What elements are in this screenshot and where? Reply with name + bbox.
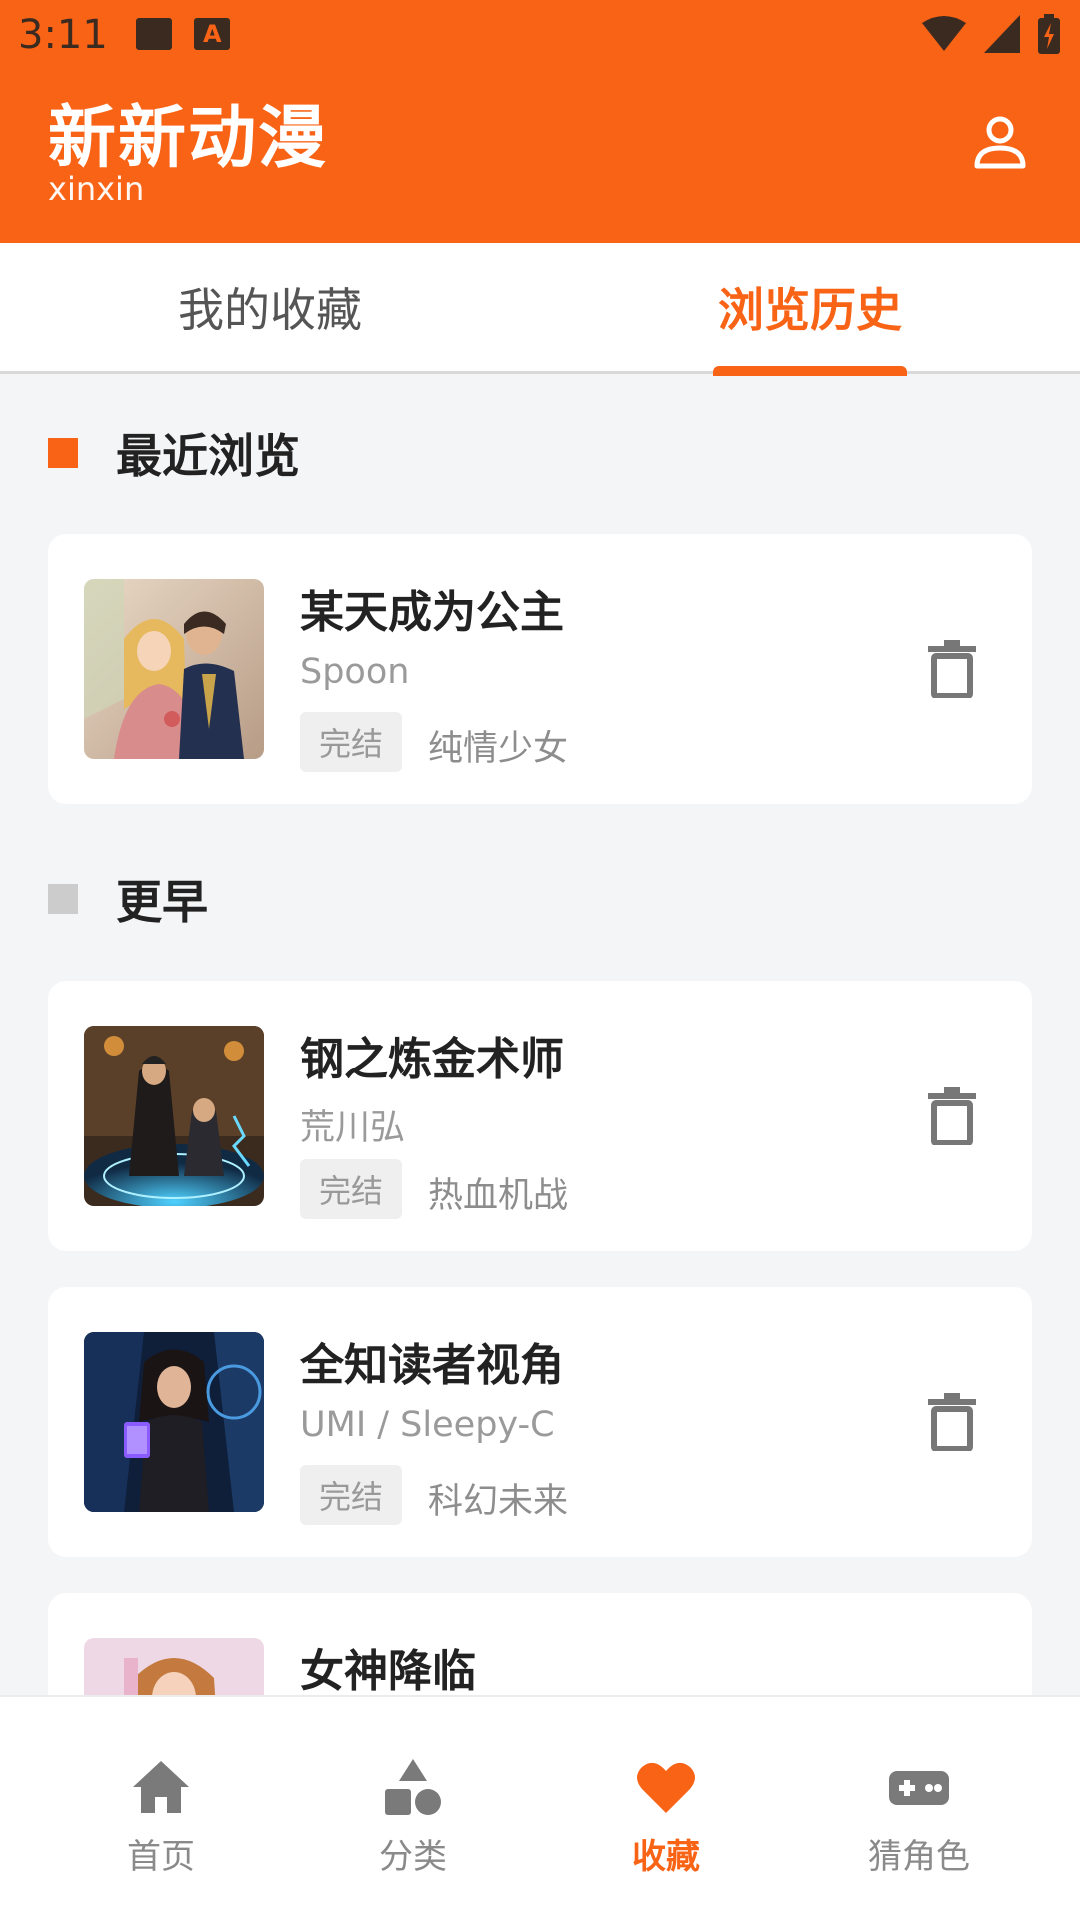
- app-subtitle: xinxin: [48, 170, 145, 208]
- category-icon: [385, 1759, 441, 1815]
- comic-author: UMI / Sleepy-C: [300, 1405, 555, 1445]
- comic-genre: 科幻未来: [428, 1482, 569, 1522]
- history-item[interactable]: 钢之炼金术师 荒川弘 完结 热血机战: [48, 981, 1032, 1251]
- image-notification-icon: [136, 18, 172, 50]
- comic-cover[interactable]: [84, 579, 264, 759]
- user-profile-icon[interactable]: [970, 112, 1030, 172]
- signal-icon: [984, 15, 1020, 53]
- trash-icon[interactable]: [928, 640, 976, 698]
- app-header: 3:11 新新动漫 xinxin: [0, 0, 1080, 243]
- tab-favorites[interactable]: 我的收藏: [0, 243, 540, 371]
- comic-cover[interactable]: [84, 1026, 264, 1206]
- section-marker: [48, 884, 78, 914]
- status-badge: 完结: [300, 712, 402, 772]
- comic-title: 某天成为公主: [300, 587, 564, 638]
- trash-icon[interactable]: [928, 1393, 976, 1451]
- section-title-earlier: 更早: [116, 875, 208, 929]
- history-item[interactable]: 某天成为公主 Spoon 完结 纯情少女: [48, 534, 1032, 804]
- bottom-navigation: 首页 分类 收藏 猜角色: [0, 1695, 1080, 1922]
- comic-author: Spoon: [300, 652, 410, 692]
- battery-icon: [1038, 14, 1060, 54]
- history-item[interactable]: 全知读者视角 UMI / Sleepy-C 完结 科幻未来: [48, 1287, 1032, 1557]
- comic-title: 钢之炼金术师: [300, 1034, 564, 1085]
- app-title: 新新动漫: [48, 99, 329, 178]
- wifi-icon: [922, 16, 966, 51]
- home-icon: [133, 1761, 189, 1813]
- gamepad-icon: [889, 1771, 949, 1805]
- nav-label-favorites: 收藏: [632, 1837, 700, 1877]
- section-marker: [48, 438, 78, 468]
- nav-label-guess-character: 猜角色: [868, 1837, 970, 1877]
- nav-label-category: 分类: [379, 1837, 447, 1877]
- comic-title: 全知读者视角: [300, 1340, 564, 1391]
- nav-home[interactable]: 首页: [26, 1697, 296, 1922]
- nav-label-home: 首页: [127, 1837, 195, 1877]
- status-time: 3:11: [18, 12, 108, 58]
- comic-genre: 热血机战: [428, 1176, 569, 1216]
- comic-cover[interactable]: [84, 1332, 264, 1512]
- nav-category[interactable]: 分类: [278, 1697, 548, 1922]
- trash-icon[interactable]: [928, 1087, 976, 1145]
- status-badge: 完结: [300, 1159, 402, 1219]
- section-recent-header: 最近浏览: [48, 420, 300, 486]
- status-notifications: [136, 18, 230, 50]
- status-badge: 完结: [300, 1465, 402, 1525]
- tab-bar: 我的收藏 浏览历史: [0, 243, 1080, 376]
- heart-icon: [637, 1762, 695, 1813]
- status-system-icons: [922, 14, 1060, 54]
- section-title-recent: 最近浏览: [116, 429, 300, 483]
- comic-title: 女神降临: [300, 1646, 476, 1697]
- comic-author: 荒川弘: [300, 1108, 406, 1148]
- nav-guess-character[interactable]: 猜角色: [784, 1697, 1054, 1922]
- font-notification-icon: [194, 18, 230, 50]
- tab-history[interactable]: 浏览历史: [540, 243, 1080, 371]
- tab-active-indicator: [713, 366, 907, 376]
- section-earlier-header: 更早: [48, 866, 208, 932]
- nav-favorites[interactable]: 收藏: [531, 1697, 801, 1922]
- comic-genre: 纯情少女: [428, 729, 569, 769]
